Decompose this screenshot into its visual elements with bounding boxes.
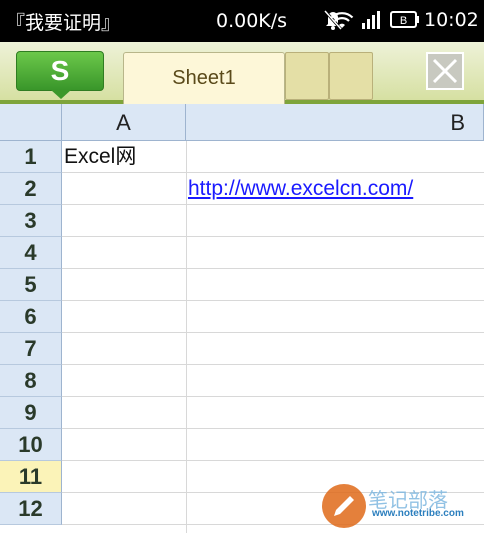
watermark-url: www.notetribe.com (372, 508, 464, 519)
network-speed: 0.00K/s (216, 10, 288, 32)
tab-sheet1[interactable]: Sheet1 (123, 52, 285, 104)
row-header[interactable]: 2 (0, 173, 62, 205)
cell-b5[interactable] (188, 269, 484, 301)
cell-b7[interactable] (188, 333, 484, 365)
column-header-a[interactable]: A (62, 104, 186, 141)
notification-title: 『我要证明』 (6, 12, 121, 34)
row-header[interactable]: 4 (0, 237, 62, 269)
cell-a9[interactable] (64, 397, 186, 429)
tab-empty-2[interactable] (329, 52, 373, 100)
cell-a4[interactable] (64, 237, 186, 269)
tab-empty-1[interactable] (285, 52, 329, 100)
signal-icon (361, 8, 383, 36)
table-row (62, 397, 484, 429)
clock: 10:02 (424, 9, 479, 31)
table-row (62, 269, 484, 301)
cell-a6[interactable] (64, 301, 186, 333)
row-header[interactable]: 7 (0, 333, 62, 365)
cell-a12[interactable] (64, 493, 186, 525)
cell-b2[interactable]: http://www.excelcn.com/ (188, 173, 484, 205)
table-row: http://www.excelcn.com/ (62, 173, 484, 205)
cell-b10[interactable] (188, 429, 484, 461)
cell-a3[interactable] (64, 205, 186, 237)
cell-a1[interactable]: Excel网 (64, 141, 186, 173)
cell-b4[interactable] (188, 237, 484, 269)
row-header[interactable]: 3 (0, 205, 62, 237)
cell-a2[interactable] (64, 173, 186, 205)
table-row: Excel网 (62, 141, 484, 173)
cell-b9[interactable] (188, 397, 484, 429)
close-icon (432, 58, 458, 84)
cell-a5[interactable] (64, 269, 186, 301)
cell-b1[interactable] (188, 141, 484, 173)
battery-icon: B (390, 10, 420, 34)
cell-a10[interactable] (64, 429, 186, 461)
wifi-icon (330, 8, 354, 36)
cell-b6[interactable] (188, 301, 484, 333)
row-header[interactable]: 11 (0, 461, 62, 493)
row-header[interactable]: 5 (0, 269, 62, 301)
status-bar: 『我要证明』 0.00K/s B 10:02 (0, 0, 484, 42)
cell-b3[interactable] (188, 205, 484, 237)
table-row (62, 301, 484, 333)
pencil-logo-icon (322, 484, 366, 528)
sheet-tab-bar: S Sheet1 (0, 42, 484, 104)
row-header[interactable]: 9 (0, 397, 62, 429)
table-row (62, 333, 484, 365)
row-header[interactable]: 6 (0, 301, 62, 333)
watermark: 笔记部落 www.notetribe.com (322, 484, 484, 533)
spreadsheet-grid: A B 1 Excel网 2 http://www.excelcn.com/3 4 5 6 7… (0, 104, 484, 533)
cell-a11[interactable] (64, 461, 186, 493)
table-row (62, 205, 484, 237)
row-header[interactable]: 8 (0, 365, 62, 397)
row-header[interactable]: 1 (0, 141, 62, 173)
cell-b8[interactable] (188, 365, 484, 397)
cell-a8[interactable] (64, 365, 186, 397)
table-row (62, 429, 484, 461)
close-button[interactable] (426, 52, 464, 90)
column-divider (186, 141, 187, 533)
column-header-b[interactable]: B (186, 104, 484, 141)
table-row (62, 365, 484, 397)
svg-text:B: B (400, 15, 407, 27)
table-row (62, 237, 484, 269)
app-menu-button[interactable]: S (16, 51, 104, 99)
select-all-corner[interactable] (0, 104, 62, 141)
cell-a7[interactable] (64, 333, 186, 365)
row-header[interactable]: 12 (0, 493, 62, 525)
row-header[interactable]: 10 (0, 429, 62, 461)
